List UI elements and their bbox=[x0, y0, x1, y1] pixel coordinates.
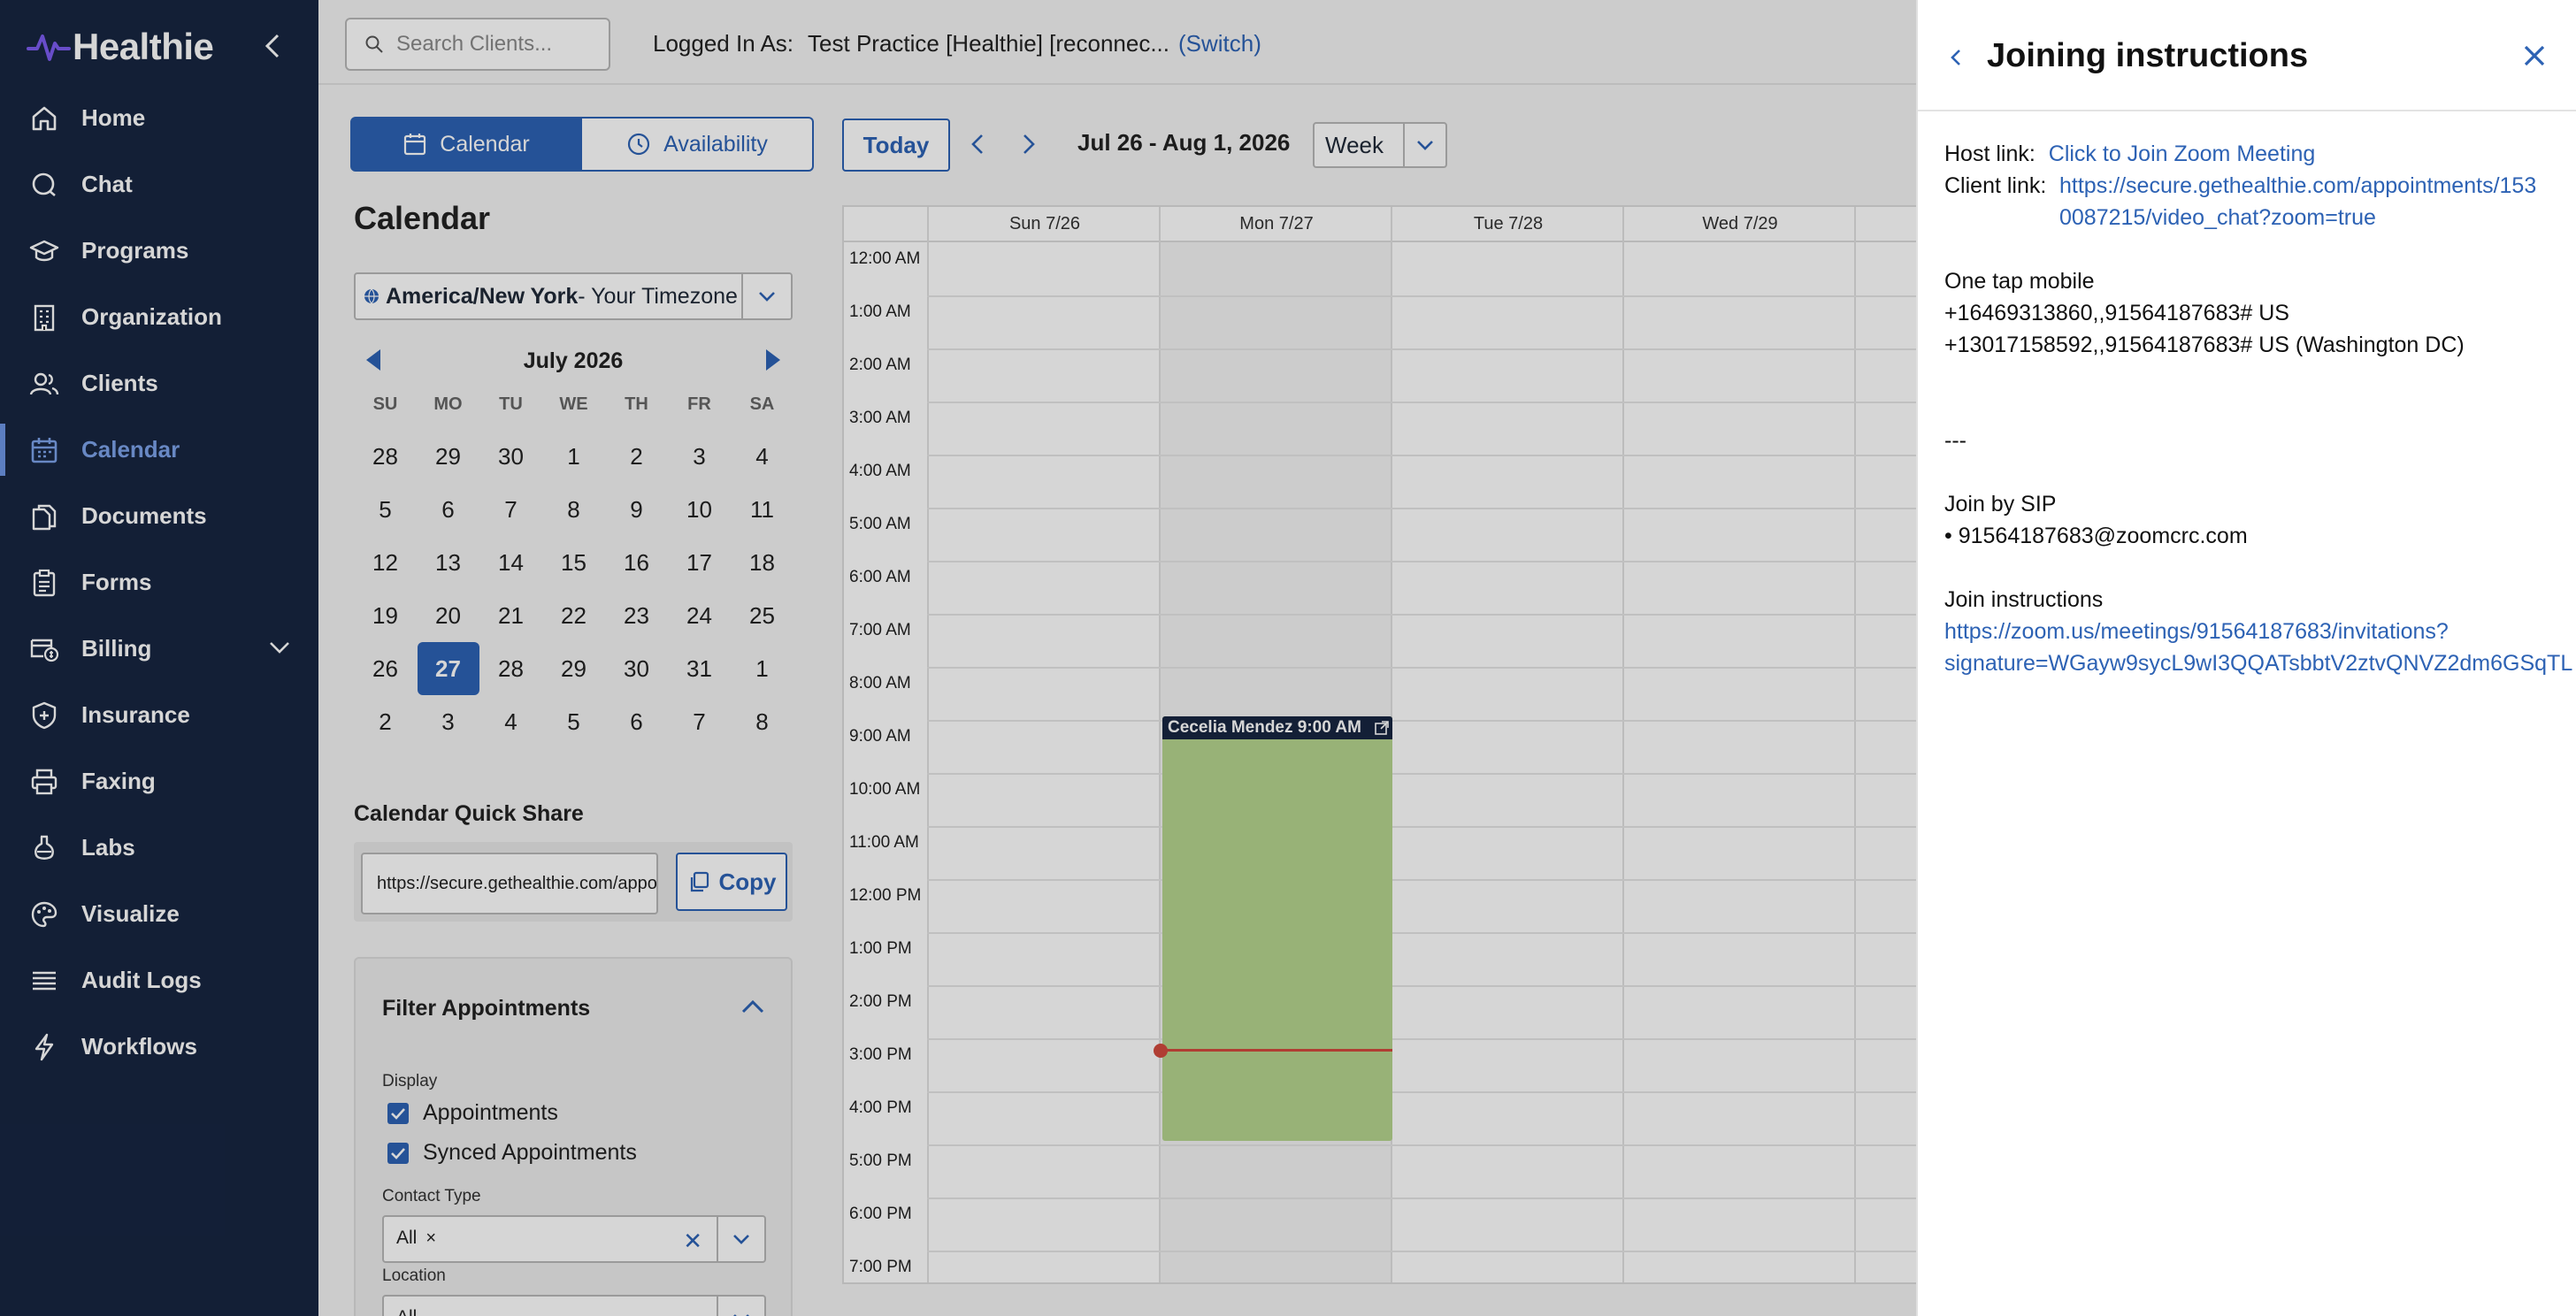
client-link-label: Client link: bbox=[1944, 173, 2047, 198]
drawer-title: Joining instructions bbox=[1987, 37, 2309, 74]
phone-number: +13017158592,,91564187683# US (Washingto… bbox=[1944, 333, 2465, 357]
joining-instructions-drawer: Joining instructions Host link: Click to… bbox=[1916, 0, 2576, 1316]
sip-title: Join by SIP bbox=[1944, 492, 2057, 516]
drawer-header: Joining instructions bbox=[1918, 0, 2576, 111]
join-instructions-title: Join instructions bbox=[1944, 587, 2104, 612]
modal-backdrop[interactable] bbox=[0, 0, 1916, 1316]
one-tap-title: One tap mobile bbox=[1944, 269, 2095, 294]
back-icon[interactable] bbox=[1944, 44, 1967, 71]
phone-number: +16469313860,,91564187683# US bbox=[1944, 301, 2289, 325]
separator-text: --- bbox=[1944, 428, 1966, 453]
host-link-row: Host link: Click to Join Zoom Meeting bbox=[1944, 138, 2315, 170]
join-instructions-link-continued[interactable]: signature=WGayw9sycL9wI3QQATsbbtV2ztvQNV… bbox=[1944, 647, 2572, 679]
client-link[interactable]: https://secure.gethealthie.com/appointme… bbox=[2059, 170, 2536, 202]
sip-address: • 91564187683@zoomcrc.com bbox=[1944, 524, 2248, 548]
join-instructions-link[interactable]: https://zoom.us/meetings/91564187683/inv… bbox=[1944, 616, 2449, 647]
close-icon[interactable] bbox=[2519, 41, 2549, 71]
host-link[interactable]: Click to Join Zoom Meeting bbox=[2049, 142, 2316, 166]
client-link-continued[interactable]: 0087215/video_chat?zoom=true bbox=[2059, 202, 2376, 233]
host-link-label: Host link: bbox=[1944, 142, 2036, 166]
